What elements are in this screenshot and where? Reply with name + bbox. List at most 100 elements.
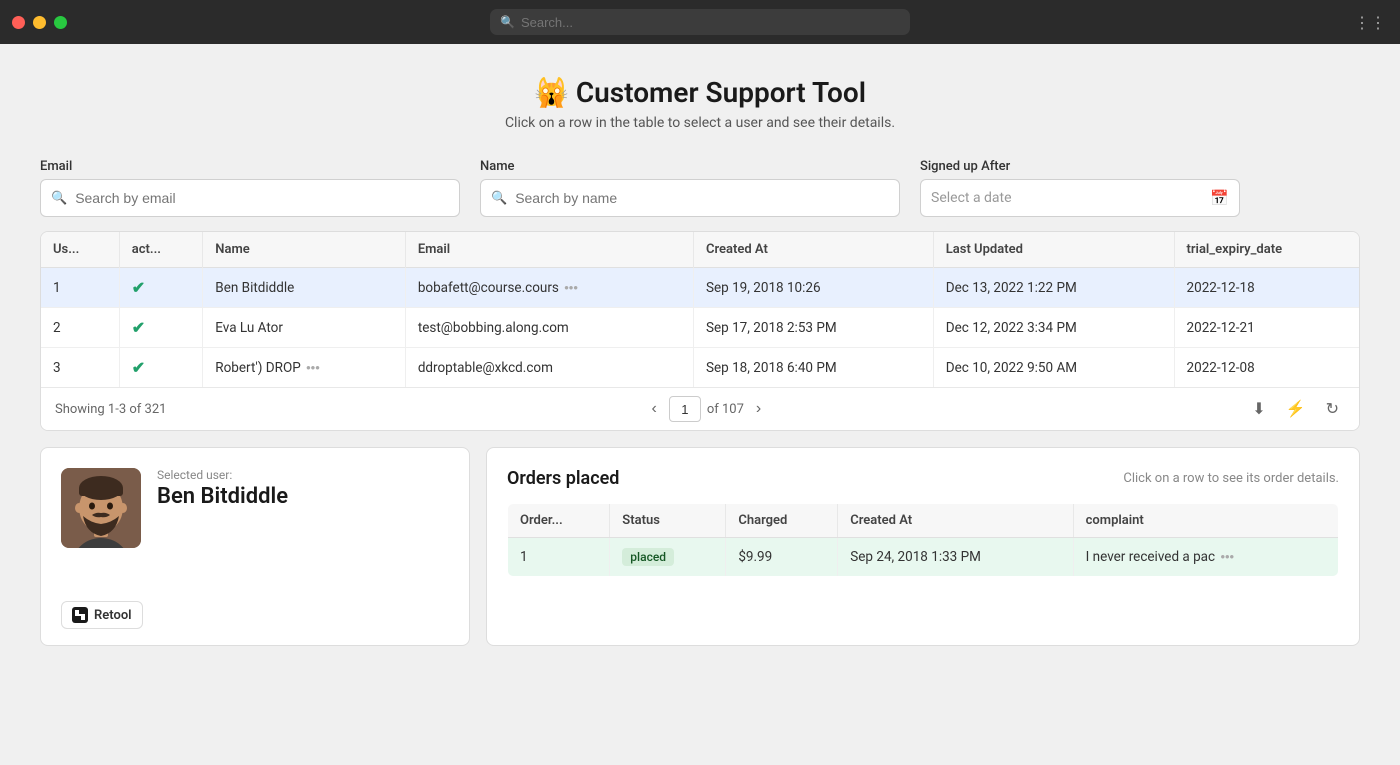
showing-text: Showing 1-3 of 321 [55, 402, 166, 417]
orders-cell-charged: $9.99 [726, 538, 838, 577]
email-filter-container[interactable]: 🔍 [40, 179, 460, 217]
next-page-button[interactable]: › [750, 398, 767, 420]
orders-col-complaint: complaint [1073, 504, 1338, 538]
orders-table: Order... Status Charged Created At compl… [507, 503, 1339, 577]
orders-col-status: Status [610, 504, 726, 538]
orders-col-created-at: Created At [838, 504, 1073, 538]
date-placeholder-text: Select a date [931, 190, 1202, 206]
col-last-updated: Last Updated [933, 232, 1174, 268]
cell-name: Ben Bitdiddle [203, 268, 406, 308]
col-created-at: Created At [693, 232, 933, 268]
active-check-icon: ✔ [132, 318, 145, 337]
cell-last-updated: Dec 13, 2022 1:22 PM [933, 268, 1174, 308]
email-search-input[interactable] [75, 190, 256, 206]
avatar-image [61, 468, 141, 548]
orders-col-charged: Charged [726, 504, 838, 538]
name-options-button[interactable]: ••• [304, 360, 322, 375]
orders-cell-status: placed [610, 538, 726, 577]
page-title: 🙀 Customer Support Tool [40, 76, 1360, 109]
orders-hint: Click on a row to see its order details. [1123, 471, 1339, 486]
orders-header-row: Order... Status Charged Created At compl… [508, 504, 1339, 538]
cell-created-at: Sep 17, 2018 2:53 PM [693, 308, 933, 348]
status-badge: placed [622, 548, 674, 566]
orders-table-row[interactable]: 1 placed $9.99 Sep 24, 2018 1:33 PM I ne… [508, 538, 1339, 577]
date-filter-label: Signed up After [920, 159, 1240, 174]
cell-last-updated: Dec 12, 2022 3:34 PM [933, 308, 1174, 348]
cell-user-id: 2 [41, 308, 119, 348]
email-filter-group: Email 🔍 [40, 159, 460, 217]
cell-trial-expiry: 2022-12-21 [1174, 308, 1359, 348]
titlebar-search[interactable]: 🔍 [490, 9, 910, 35]
cell-created-at: Sep 18, 2018 6:40 PM [693, 348, 933, 388]
name-filter-label: Name [480, 159, 900, 174]
orders-panel: Orders placed Click on a row to see its … [486, 447, 1360, 646]
retool-badge: Retool [61, 601, 143, 629]
orders-header: Orders placed Click on a row to see its … [507, 468, 1339, 489]
users-table-container: Us... act... Name Email Created At Last … [40, 231, 1360, 431]
orders-cell-complaint: I never received a pac ••• [1073, 538, 1338, 577]
user-name-display: Ben Bitdiddle [157, 484, 449, 509]
refresh-button[interactable]: ↻ [1320, 397, 1345, 421]
fullscreen-button[interactable] [54, 16, 67, 29]
orders-cell-created-at: Sep 24, 2018 1:33 PM [838, 538, 1073, 577]
minimize-button[interactable] [33, 16, 46, 29]
page-subtitle: Click on a row in the table to select a … [40, 115, 1360, 131]
main-content: 🙀 Customer Support Tool Click on a row i… [0, 44, 1400, 765]
email-search-icon: 🔍 [51, 191, 67, 206]
active-check-icon: ✔ [132, 358, 145, 377]
table-row[interactable]: 2 ✔ Eva Lu Ator test@bobbing.along.com S… [41, 308, 1359, 348]
traffic-lights [12, 16, 67, 29]
cell-email: bobafett@course.cours ••• [405, 268, 693, 308]
cell-active: ✔ [119, 308, 203, 348]
user-avatar [61, 468, 141, 548]
cell-name: Eva Lu Ator [203, 308, 406, 348]
table-row[interactable]: 3 ✔ Robert') DROP ••• ddroptable@xkcd.co… [41, 348, 1359, 388]
cell-active: ✔ [119, 348, 203, 388]
download-button[interactable]: ⬇ [1246, 397, 1271, 421]
of-pages-text: of 107 [707, 402, 744, 417]
orders-col-id: Order... [508, 504, 610, 538]
page-number-input[interactable] [669, 396, 701, 422]
col-name: Name [203, 232, 406, 268]
col-email: Email [405, 232, 693, 268]
cell-created-at: Sep 19, 2018 10:26 [693, 268, 933, 308]
table-header-row: Us... act... Name Email Created At Last … [41, 232, 1359, 268]
table-row[interactable]: 1 ✔ Ben Bitdiddle bobafett@course.cours … [41, 268, 1359, 308]
cell-name: Robert') DROP ••• [203, 348, 406, 388]
cell-trial-expiry: 2022-12-18 [1174, 268, 1359, 308]
users-table: Us... act... Name Email Created At Last … [41, 232, 1359, 387]
pagination-controls: ‹ of 107 › [645, 396, 767, 422]
cell-email: test@bobbing.along.com [405, 308, 693, 348]
table-actions: ⬇ ⚡ ↻ [1246, 397, 1345, 421]
col-active: act... [119, 232, 203, 268]
cell-active: ✔ [119, 268, 203, 308]
user-info: Selected user: Ben Bitdiddle [61, 468, 449, 548]
filters-row: Email 🔍 Name 🔍 Signed up After Select a … [40, 159, 1360, 217]
complaint-options-button[interactable]: ••• [1218, 549, 1236, 564]
filter-button[interactable]: ⚡ [1280, 397, 1312, 421]
cell-trial-expiry: 2022-12-08 [1174, 348, 1359, 388]
name-filter-group: Name 🔍 [480, 159, 900, 217]
email-filter-label: Email [40, 159, 460, 174]
date-picker[interactable]: Select a date 📅 [920, 179, 1240, 217]
cell-user-id: 3 [41, 348, 119, 388]
selected-user-label: Selected user: [157, 468, 449, 482]
name-search-icon: 🔍 [491, 191, 507, 206]
name-filter-container[interactable]: 🔍 [480, 179, 900, 217]
user-details: Selected user: Ben Bitdiddle [157, 468, 449, 509]
close-button[interactable] [12, 16, 25, 29]
email-options-button[interactable]: ••• [562, 280, 580, 295]
menu-icon[interactable]: ⋮⋮ [1354, 13, 1386, 32]
pagination-bar: Showing 1-3 of 321 ‹ of 107 › ⬇ ⚡ ↻ [41, 387, 1359, 430]
calendar-icon: 📅 [1210, 189, 1229, 207]
page-emoji: 🙀 [534, 76, 569, 109]
date-filter-group: Signed up After Select a date 📅 [920, 159, 1240, 217]
name-search-input[interactable] [515, 190, 696, 206]
search-icon: 🔍 [500, 15, 515, 29]
retool-label-text: Retool [94, 608, 132, 623]
prev-page-button[interactable]: ‹ [645, 398, 662, 420]
bottom-panels: Selected user: Ben Bitdiddle Email Addre… [40, 447, 1360, 646]
titlebar-search-input[interactable] [521, 15, 900, 30]
orders-title: Orders placed [507, 468, 619, 489]
retool-logo [72, 607, 88, 623]
